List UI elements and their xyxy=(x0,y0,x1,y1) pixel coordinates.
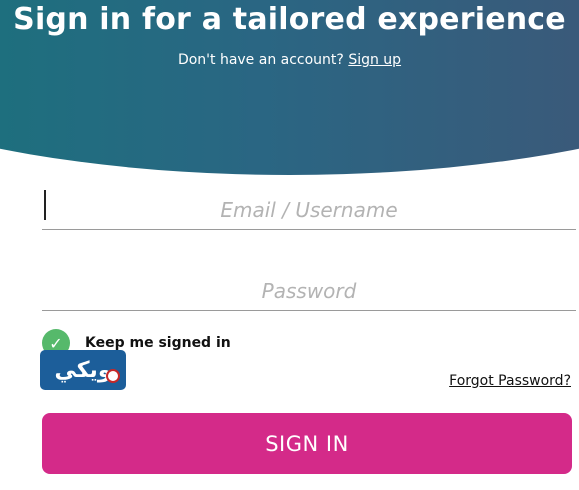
watermark-logo-text: ويكي xyxy=(54,357,112,383)
hero-banner: Sign in for a tailored experience Don't … xyxy=(0,0,579,175)
email-input[interactable] xyxy=(42,198,576,222)
signup-link[interactable]: Sign up xyxy=(348,52,401,68)
text-caret xyxy=(44,190,46,220)
email-field[interactable] xyxy=(42,190,576,230)
logo-dot-icon xyxy=(106,369,120,383)
password-input[interactable] xyxy=(42,280,576,302)
signup-prompt: Don't have an account? Sign up xyxy=(0,52,579,68)
keep-signed-in-label: Keep me signed in xyxy=(85,335,231,351)
password-field[interactable] xyxy=(42,280,576,311)
sign-in-button[interactable]: SIGN IN xyxy=(42,413,572,474)
page-title: Sign in for a tailored experience xyxy=(13,2,566,37)
forgot-password-link[interactable]: Forgot Password? xyxy=(449,373,571,389)
signup-prompt-text: Don't have an account? xyxy=(177,52,344,68)
watermark-logo: ويكي xyxy=(40,350,126,390)
